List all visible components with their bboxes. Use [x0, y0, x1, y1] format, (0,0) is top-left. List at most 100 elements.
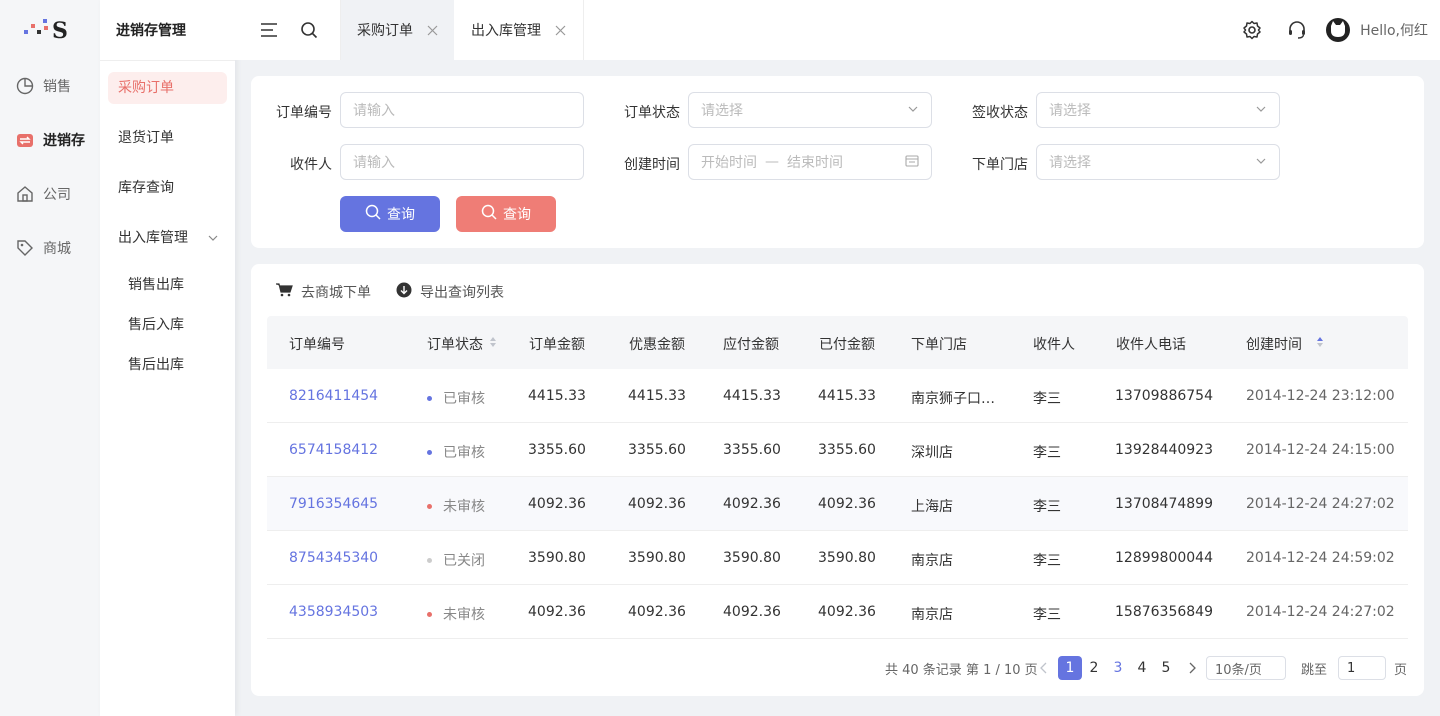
rail-item-mall[interactable]: 商城 — [0, 232, 100, 264]
filter-panel: 订单编号 请输入 订单状态 请选择 签收状态 请选择 收件人 请输入 创建时间 … — [251, 76, 1424, 248]
header-label: 订单状态 — [427, 337, 483, 353]
submenu-item-stock-query[interactable]: 库存查询 — [108, 172, 227, 204]
created-time-label: 创建时间 — [624, 157, 680, 173]
discount-amount: 3590.80 — [628, 550, 686, 566]
page-button-4[interactable]: 4 — [1130, 656, 1154, 680]
order-no-link[interactable]: 4358934503 — [289, 604, 378, 620]
page-size-select[interactable]: 10条/页 — [1206, 656, 1286, 680]
receiver-input[interactable]: 请输入 — [340, 144, 584, 180]
order-status-select[interactable]: 请选择 — [688, 92, 932, 128]
placeholder: 请选择 — [701, 103, 743, 119]
inventory-icon — [15, 130, 35, 150]
tab-inout-management[interactable]: 出入库管理 — [455, 0, 583, 60]
created-time: 2014-12-24 24:59:02 — [1246, 550, 1395, 566]
query-button-alt[interactable]: 查询 — [456, 196, 556, 232]
payable-amount: 4092.36 — [723, 604, 781, 620]
page-button-1[interactable]: 1 — [1058, 656, 1082, 680]
rail-item-company[interactable]: 公司 — [0, 178, 100, 210]
status-badge: 已关闭 — [427, 550, 485, 570]
order-table-panel: 去商城下单 导出查询列表 订单编号 订单状态 订单金额 优惠金额 应付金额 已付… — [251, 264, 1424, 696]
receiver-name: 李三 — [1033, 607, 1061, 623]
placeholder: 请输入 — [353, 155, 395, 171]
store-select[interactable]: 请选择 — [1036, 144, 1280, 180]
tab-purchase-order[interactable]: 采购订单 — [341, 0, 454, 60]
status-badge: 已审核 — [427, 442, 485, 462]
next-page-button[interactable] — [1180, 656, 1204, 680]
page-button-3[interactable]: 3 — [1106, 656, 1130, 680]
tab-separator — [583, 0, 584, 60]
app-logo[interactable]: S — [22, 16, 68, 44]
top-bar: 采购订单 出入库管理 Hello,何红 — [235, 0, 1440, 60]
button-label: 查询 — [387, 207, 415, 223]
discount-amount: 4415.33 — [628, 388, 686, 404]
chevron-left-icon — [1040, 662, 1047, 674]
logo-square — [24, 30, 28, 34]
discount-amount: 4092.36 — [628, 496, 686, 512]
logo-square — [43, 19, 47, 23]
order-status-label: 订单状态 — [624, 105, 680, 121]
submenu-item-inout-management[interactable]: 出入库管理 — [108, 222, 227, 254]
col-receiver-phone: 收件人电话 — [1116, 337, 1186, 353]
col-created-time[interactable]: 创建时间 — [1246, 334, 1324, 354]
created-time: 2014-12-24 24:27:02 — [1246, 604, 1395, 620]
tab-label: 出入库管理 — [471, 23, 541, 39]
order-amount: 4092.36 — [528, 604, 586, 620]
col-paid: 已付金额 — [819, 337, 875, 353]
order-no-input[interactable]: 请输入 — [340, 92, 584, 128]
sort-icon[interactable] — [489, 336, 497, 352]
query-button[interactable]: 查询 — [340, 196, 440, 232]
submenu-child-sales-out[interactable]: 销售出库 — [128, 274, 184, 294]
receiver-phone: 13708474899 — [1115, 496, 1213, 512]
page-button-2[interactable]: 2 — [1082, 656, 1106, 680]
prev-page-button[interactable] — [1032, 656, 1056, 680]
receiver-name: 李三 — [1033, 553, 1061, 569]
settings-button[interactable] — [1240, 18, 1264, 42]
paid-amount: 3590.80 — [818, 550, 876, 566]
goto-mall-link[interactable]: 去商城下单 — [275, 282, 371, 302]
table-row[interactable]: 8754345340 已关闭 3590.80 3590.80 3590.80 3… — [267, 531, 1408, 585]
store-label: 下单门店 — [972, 157, 1028, 173]
gear-icon — [1243, 20, 1261, 40]
rail-item-inventory[interactable]: 进销存 — [0, 124, 100, 156]
col-payable: 应付金额 — [723, 337, 779, 353]
user-menu[interactable]: Hello,何红 — [1326, 18, 1428, 42]
jump-page-input[interactable]: 1 — [1338, 656, 1386, 680]
close-icon[interactable] — [427, 24, 439, 36]
receiver-phone: 12899800044 — [1115, 550, 1213, 566]
order-no-link[interactable]: 8216411454 — [289, 388, 378, 404]
submenu-child-aftersale-in[interactable]: 售后入库 — [128, 314, 184, 334]
rail-item-sales[interactable]: 销售 — [0, 70, 100, 102]
logo-square — [44, 26, 48, 30]
order-no-link[interactable]: 8754345340 — [289, 550, 378, 566]
table-row[interactable]: 6574158412 已审核 3355.60 3355.60 3355.60 3… — [267, 423, 1408, 477]
created-time: 2014-12-24 24:15:00 — [1246, 442, 1395, 458]
menu-toggle-button[interactable] — [257, 18, 281, 42]
cart-icon — [275, 283, 293, 301]
range-separator: — — [765, 154, 779, 170]
page-button-5[interactable]: 5 — [1154, 656, 1178, 680]
status-dot — [427, 611, 432, 617]
col-order-status[interactable]: 订单状态 — [427, 334, 497, 354]
start-placeholder: 开始时间 — [701, 155, 757, 171]
submenu-item-purchase-order[interactable]: 采购订单 — [108, 72, 227, 104]
export-link[interactable]: 导出查询列表 — [396, 282, 504, 302]
sign-status-select[interactable]: 请选择 — [1036, 92, 1280, 128]
table-row[interactable]: 4358934503 未审核 4092.36 4092.36 4092.36 4… — [267, 585, 1408, 639]
close-icon[interactable] — [555, 24, 567, 36]
sort-icon[interactable] — [1316, 336, 1324, 352]
search-button[interactable] — [297, 18, 321, 42]
order-no-link[interactable]: 7916354645 — [289, 496, 378, 512]
table-row[interactable]: 7916354645 未审核 4092.36 4092.36 4092.36 4… — [267, 477, 1408, 531]
order-no-link[interactable]: 6574158412 — [289, 442, 378, 458]
submenu-item-return-order[interactable]: 退货订单 — [108, 122, 227, 154]
created-time-range[interactable]: 开始时间 — 结束时间 — [688, 144, 932, 180]
table-row[interactable]: 8216411454 已审核 4415.33 4415.33 4415.33 4… — [267, 369, 1408, 423]
left-rail: S 销售 进销存 公司 商城 — [0, 0, 100, 716]
home-icon — [15, 184, 35, 204]
support-button[interactable] — [1285, 18, 1309, 42]
payable-amount: 4092.36 — [723, 496, 781, 512]
submenu-child-aftersale-out[interactable]: 售后出库 — [128, 354, 184, 374]
headset-icon — [1289, 21, 1305, 39]
menu-icon — [261, 23, 277, 37]
status-text: 已关闭 — [443, 553, 485, 569]
